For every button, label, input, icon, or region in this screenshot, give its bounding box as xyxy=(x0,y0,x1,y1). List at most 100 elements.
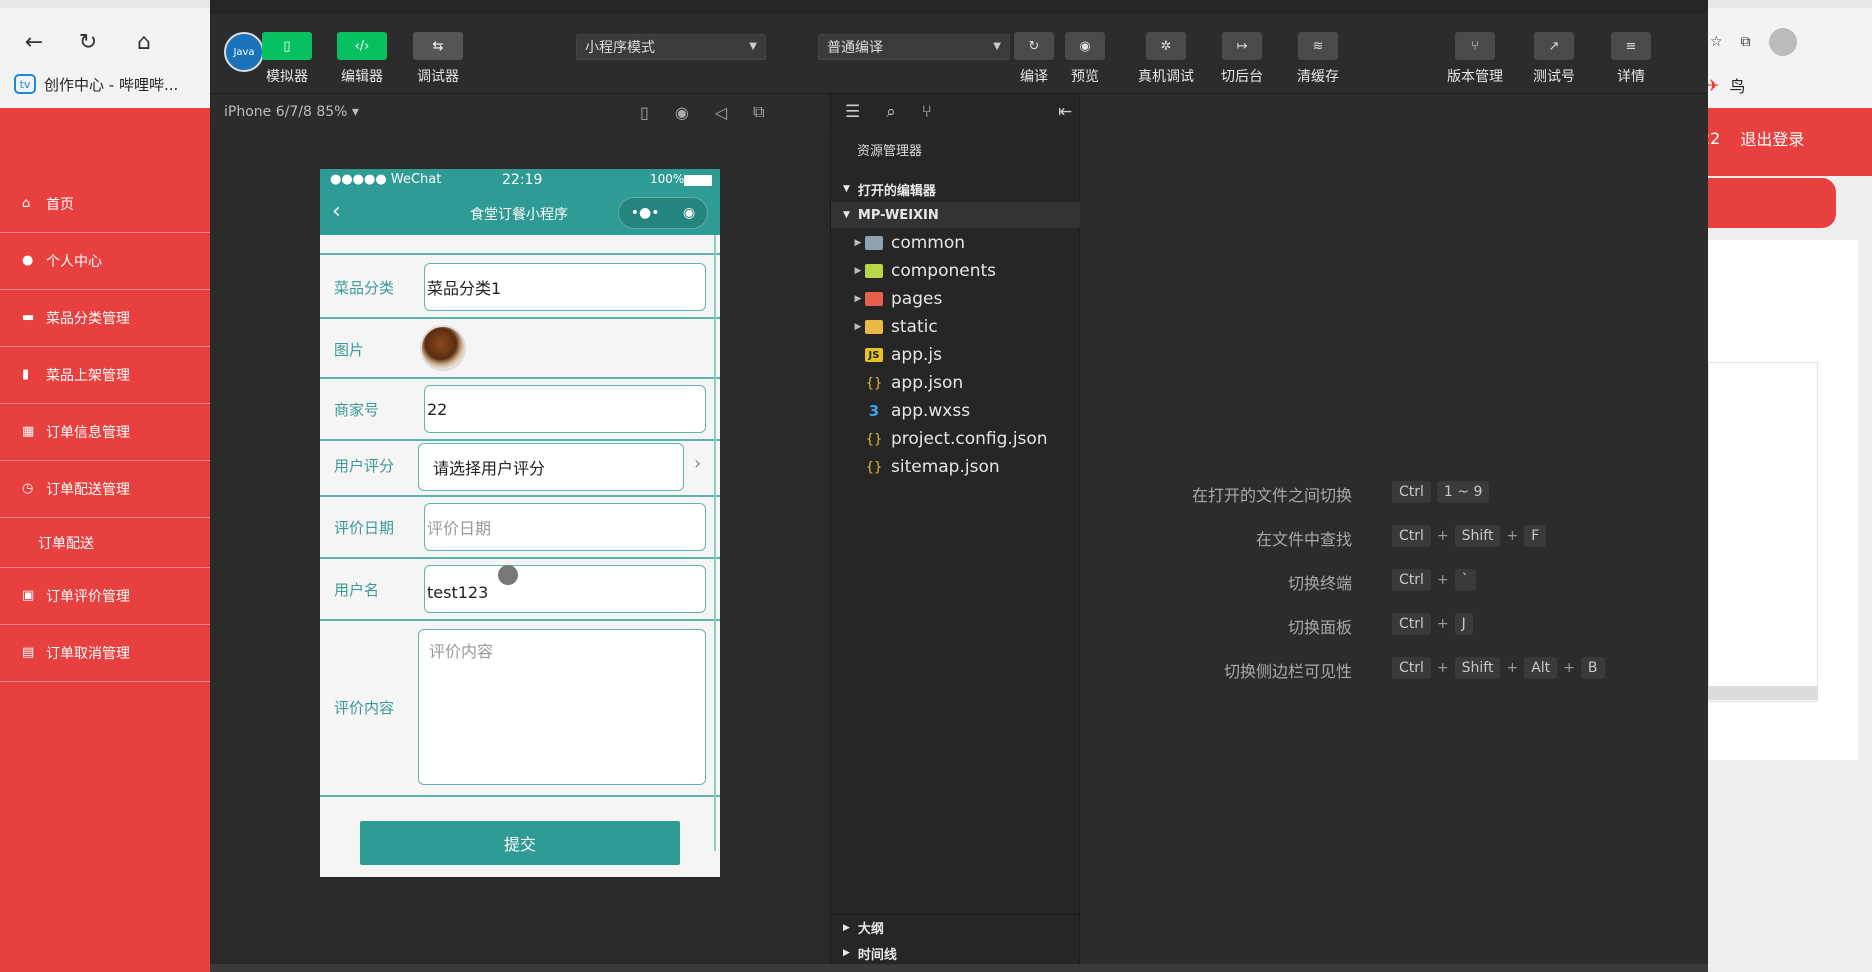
sidebar-item-delivery[interactable]: ◷ 订单配送管理 xyxy=(0,461,210,518)
tree-file-app-wxss[interactable]: 3 app.wxss xyxy=(831,398,1081,424)
content-textarea[interactable]: 评价内容 xyxy=(418,629,706,785)
section-label: 时间线 xyxy=(857,947,897,963)
bookmark-bar[interactable]: tv 创作中心 - 哔哩哔... xyxy=(0,66,220,102)
background-button[interactable]: ↦ 切后台 xyxy=(1221,32,1263,86)
sidebar-item-orders[interactable]: ▦ 订单信息管理 xyxy=(0,404,210,461)
clear-cache-button[interactable]: ≋ 清缓存 xyxy=(1297,32,1339,86)
shortcut-desc: 切换终端 xyxy=(1287,574,1352,593)
capsule-menu[interactable]: •●• ◉ xyxy=(618,197,708,229)
editor-button[interactable]: ‹/› 编辑器 xyxy=(337,32,387,86)
sidebar-item-reviews[interactable]: ▣ 订单评价管理 xyxy=(0,568,210,625)
chevron-left-icon[interactable]: ‹ xyxy=(332,199,341,224)
bookmark-label[interactable]: 创作中心 - 哔哩哔... xyxy=(44,74,178,95)
shortcut-keys: Ctrl + J xyxy=(1392,613,1473,635)
back-icon[interactable]: ← xyxy=(16,24,52,60)
document-icon: ▤ xyxy=(22,645,35,660)
tree-folder-components[interactable]: ▶ components xyxy=(831,258,1081,284)
admin-sidebar: ⌂ 首页 ● 个人中心 ▬ 菜品分类管理 ▮ 菜品上架管理 ▦ 订单信息管理 ◷ 订单配送管… xyxy=(0,176,210,972)
volume-icon[interactable]: ◁ xyxy=(715,103,727,122)
sidebar-item-label: 订单信息管理 xyxy=(46,425,130,441)
shortcut-keys: Ctrl + ` xyxy=(1392,569,1476,591)
layers-icon: ≋ xyxy=(1298,32,1338,60)
json-file-icon: {} xyxy=(865,431,883,447)
logout-link[interactable]: 退出登录 xyxy=(1740,126,1804,150)
favorites-icon[interactable]: ☆ xyxy=(1710,34,1723,50)
sidebar-item-home[interactable]: ⌂ 首页 xyxy=(0,176,210,233)
tree-file-app-json[interactable]: {} app.json xyxy=(831,370,1081,396)
scrollbar-line xyxy=(714,235,716,851)
phone-icon[interactable]: ▯ xyxy=(640,103,649,122)
version-button[interactable]: ⑂ 版本管理 xyxy=(1447,32,1503,86)
explorer-icons: ☰ ⌕ ⑂ ⇤ xyxy=(831,94,1081,130)
compile-select[interactable]: 普通编译 ▼ xyxy=(818,34,1010,60)
device-select[interactable]: iPhone 6/7/8 85% ▾ xyxy=(224,104,359,120)
compile-button[interactable]: ↻ 编译 xyxy=(1014,32,1054,86)
admin-scrollbar[interactable] xyxy=(1708,686,1818,700)
username-input[interactable]: test123 xyxy=(424,565,706,613)
user-icon: ● xyxy=(22,253,34,268)
chevron-down-icon: ▼ xyxy=(993,41,1001,52)
timeline-section[interactable]: ▶ 时间线 xyxy=(831,940,1081,966)
form-row-rating: 用户评分 请选择用户评分 › xyxy=(320,441,720,497)
branch-icon[interactable]: ⑂ xyxy=(922,102,932,122)
chevron-down-icon: ▼ xyxy=(843,210,850,220)
home-icon[interactable]: ⌂ xyxy=(126,24,162,60)
refresh-icon[interactable]: ↻ xyxy=(70,24,106,60)
preview-button[interactable]: ◉ 预览 xyxy=(1065,32,1105,86)
tree-file-sitemap[interactable]: {} sitemap.json xyxy=(831,454,1081,480)
avatar[interactable] xyxy=(1768,28,1797,56)
tree-folder-pages[interactable]: ▶ pages xyxy=(831,286,1081,312)
close-circle-icon[interactable]: ◉ xyxy=(683,205,695,221)
sidebar-item-listing[interactable]: ▮ 菜品上架管理 xyxy=(0,347,210,404)
field-label: 评价内容 xyxy=(334,699,395,717)
list-icon[interactable]: ☰ xyxy=(845,102,860,122)
key: Shift xyxy=(1454,657,1501,679)
date-input[interactable]: 评价日期 xyxy=(424,503,706,551)
open-editors-section[interactable]: ▼ 打开的编辑器 xyxy=(831,176,1081,202)
tree-file-project-config[interactable]: {} project.config.json xyxy=(831,426,1081,452)
sidebar-subitem-delivery[interactable]: 订单配送 xyxy=(0,518,210,568)
sidebar-item-category[interactable]: ▬ 菜品分类管理 xyxy=(0,290,210,347)
project-section[interactable]: ▼ MP-WEIXIN xyxy=(831,202,1081,228)
field-label: 商家号 xyxy=(334,401,380,419)
form-row-date: 评价日期 评价日期 xyxy=(320,497,720,559)
browser-tools: ☆ ⧉ xyxy=(1710,20,1870,64)
details-button[interactable]: ≡ 详情 xyxy=(1611,32,1651,86)
form-row-image: 图片 xyxy=(320,319,720,379)
merchant-input[interactable]: 22 xyxy=(424,385,706,433)
tree-folder-common[interactable]: ▶ common xyxy=(831,230,1081,256)
java-logo-icon[interactable]: Java xyxy=(224,32,264,72)
chevron-right-icon[interactable]: › xyxy=(694,453,701,474)
bookmark-right[interactable]: ✈ 鸟 xyxy=(1706,70,1745,100)
sidebar-item-cancel[interactable]: ▤ 订单取消管理 xyxy=(0,625,210,682)
touch-cursor xyxy=(498,565,518,585)
debugger-button[interactable]: ⇆ 调试器 xyxy=(413,32,463,86)
debug-icon: ⇆ xyxy=(413,32,463,60)
record-icon[interactable]: ◉ xyxy=(675,103,689,122)
collections-icon[interactable]: ⧉ xyxy=(1741,34,1751,50)
submit-button[interactable]: 提交 xyxy=(360,821,680,865)
plus: + xyxy=(1436,528,1449,544)
mode-select[interactable]: 小程序模式 ▼ xyxy=(576,34,766,60)
simulator-button[interactable]: ▯ 模拟器 xyxy=(262,32,312,86)
tree-label: app.json xyxy=(891,373,964,393)
shortcut-keys: Ctrl + Shift + Alt + B xyxy=(1392,657,1605,679)
window-icon[interactable]: ⧉ xyxy=(753,102,764,122)
food-image[interactable] xyxy=(420,325,466,371)
rating-select[interactable]: 请选择用户评分 xyxy=(418,443,684,491)
real-debug-button[interactable]: ✲ 真机调试 xyxy=(1138,32,1194,86)
key: B xyxy=(1580,657,1605,679)
editor-area: 在打开的文件之间切换 Ctrl 1 ~ 9 在文件中查找 Ctrl + Shif… xyxy=(1080,94,1708,972)
phone-screen: ●●●●● WeChat 22:19 100% ‹ 食堂订餐小程序 •●• ◉ … xyxy=(320,169,720,877)
calendar-icon: ▦ xyxy=(22,424,35,439)
test-account-button[interactable]: ↗ 测试号 xyxy=(1533,32,1575,86)
collapse-icon[interactable]: ⇤ xyxy=(1058,102,1072,122)
category-input[interactable]: 菜品分类1 xyxy=(424,263,706,311)
outline-section[interactable]: ▶ 大纲 xyxy=(831,914,1081,940)
tree-file-app-js[interactable]: JS app.js xyxy=(831,342,1081,368)
more-icon[interactable]: •●• xyxy=(631,205,660,221)
section-label: MP-WEIXIN xyxy=(857,207,939,223)
search-icon[interactable]: ⌕ xyxy=(886,102,896,122)
sidebar-item-profile[interactable]: ● 个人中心 xyxy=(0,233,210,290)
tree-folder-static[interactable]: ▶ static xyxy=(831,314,1081,340)
